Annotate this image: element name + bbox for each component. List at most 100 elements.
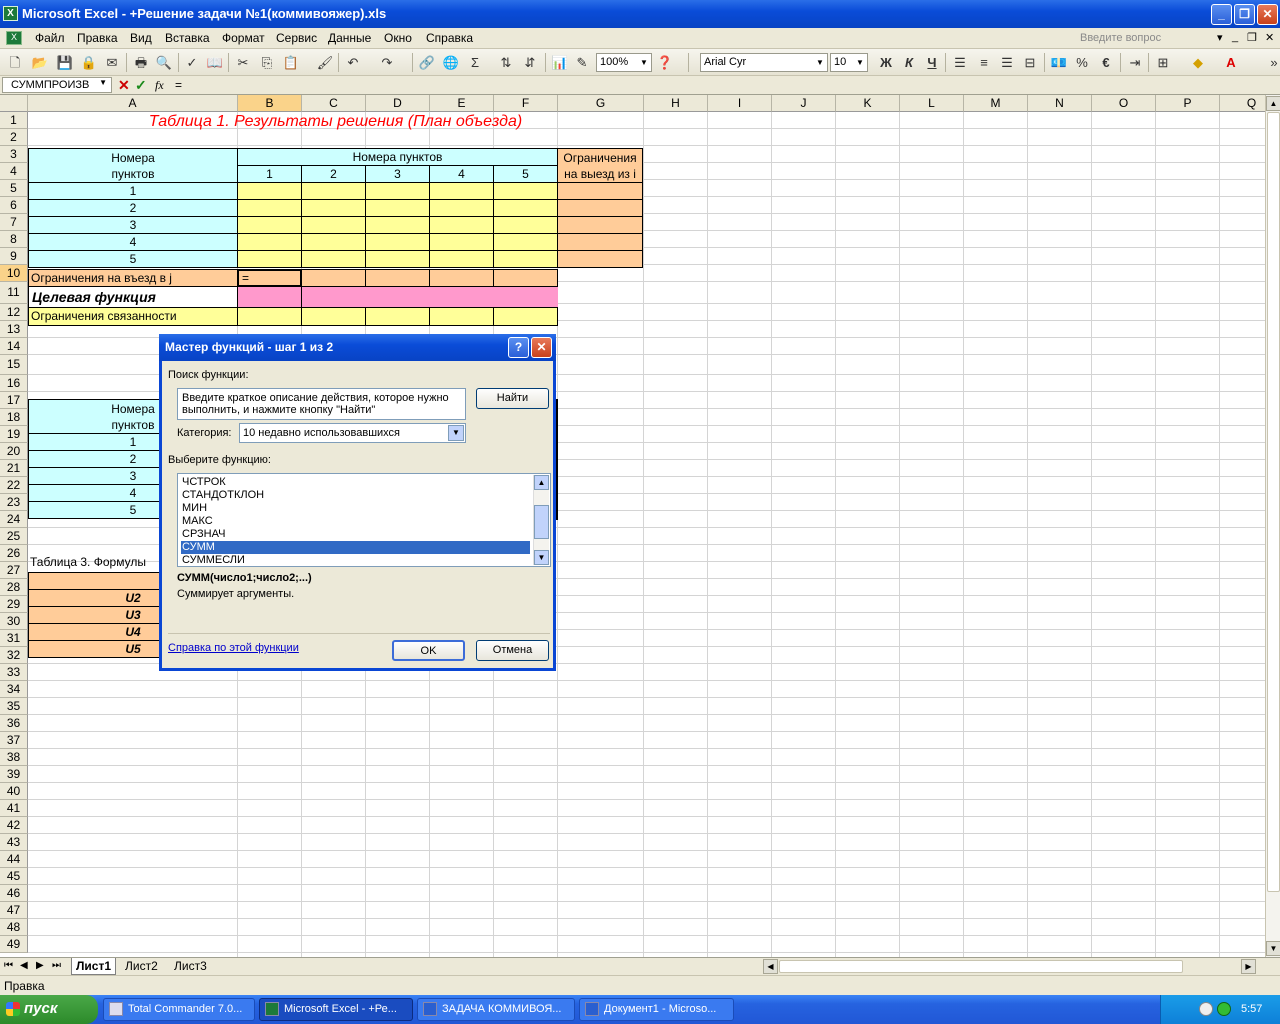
- function-item[interactable]: ЧСТРОК: [181, 476, 530, 489]
- task-excel[interactable]: Microsoft Excel - +Ре...: [259, 998, 413, 1021]
- plan-cell[interactable]: [365, 250, 430, 268]
- cell-e12[interactable]: [429, 307, 494, 326]
- row-header-44[interactable]: 44: [0, 851, 28, 868]
- row-header-15[interactable]: 15: [0, 355, 28, 375]
- tab-list1[interactable]: Лист1: [71, 958, 117, 975]
- row-header-20[interactable]: 20: [0, 443, 28, 460]
- row-header-16[interactable]: 16: [0, 375, 28, 392]
- row-header-46[interactable]: 46: [0, 885, 28, 902]
- row-header-23[interactable]: 23: [0, 494, 28, 511]
- row-header-47[interactable]: 47: [0, 902, 28, 919]
- cancel-icon[interactable]: ✕: [118, 77, 130, 94]
- drawing-icon[interactable]: ✎: [573, 54, 591, 71]
- plan-cell[interactable]: [493, 182, 558, 200]
- restore-button[interactable]: ❐: [1234, 4, 1255, 25]
- row-header-7[interactable]: 7: [0, 214, 28, 231]
- function-list[interactable]: ЧСТРОК СТАНДОТКЛОН МИН МАКС СРЗНАЧ СУММ СУММЕС…: [177, 473, 551, 567]
- plan-cell[interactable]: [237, 216, 302, 234]
- cell-e10[interactable]: [429, 269, 494, 287]
- task-total-commander[interactable]: Total Commander 7.0...: [103, 998, 255, 1021]
- row-header-22[interactable]: 22: [0, 477, 28, 494]
- menu-help[interactable]: Справка: [426, 31, 473, 45]
- menu-window[interactable]: Окно: [384, 31, 412, 45]
- column-header-f[interactable]: F: [494, 95, 558, 112]
- zoom-combo[interactable]: 100% ▼: [596, 53, 652, 72]
- formula-input[interactable]: =: [175, 78, 182, 92]
- menu-view[interactable]: Вид: [130, 31, 152, 45]
- plan-cell[interactable]: [429, 199, 494, 217]
- close-button[interactable]: ✕: [1257, 4, 1278, 25]
- exit-limit-cell[interactable]: [557, 250, 643, 268]
- start-button[interactable]: пуск: [0, 995, 98, 1024]
- column-header-c[interactable]: C: [302, 95, 366, 112]
- plan-cell[interactable]: [301, 199, 366, 217]
- col-number-1[interactable]: 1: [237, 165, 302, 183]
- ok-button[interactable]: OK: [392, 640, 465, 661]
- cell-d12[interactable]: [365, 307, 430, 326]
- select-all-corner[interactable]: [0, 95, 28, 112]
- redo-icon[interactable]: ↷: [378, 54, 396, 71]
- list-scrollbar[interactable]: ▲ ▼: [533, 475, 549, 565]
- plan-cell[interactable]: [301, 233, 366, 251]
- col-number-5[interactable]: 5: [493, 165, 558, 183]
- row-number-1[interactable]: 1: [28, 182, 238, 200]
- row-header-30[interactable]: 30: [0, 613, 28, 630]
- plan-cell[interactable]: [493, 233, 558, 251]
- indent-icon[interactable]: ⇥: [1126, 54, 1144, 71]
- undo-icon[interactable]: ↶: [344, 54, 362, 71]
- row10-label[interactable]: Ограничения на въезд в j: [28, 269, 238, 287]
- function-item[interactable]: СУММ: [181, 541, 530, 554]
- next-sheet-icon[interactable]: ▶: [36, 960, 44, 971]
- plan-cell[interactable]: [237, 182, 302, 200]
- col-number-2[interactable]: 2: [301, 165, 366, 183]
- column-header-p[interactable]: P: [1156, 95, 1220, 112]
- insert-function-icon[interactable]: fx: [155, 78, 164, 93]
- function-item[interactable]: МАКС: [181, 515, 530, 528]
- list-scroll-down-icon[interactable]: ▼: [534, 550, 549, 565]
- row-header-45[interactable]: 45: [0, 868, 28, 885]
- cell-f12[interactable]: [493, 307, 558, 326]
- list-scroll-thumb[interactable]: [534, 505, 549, 539]
- dialog-close-icon[interactable]: ✕: [531, 337, 552, 358]
- row-header-28[interactable]: 28: [0, 579, 28, 596]
- menu-edit[interactable]: Правка: [77, 31, 118, 45]
- chart-wizard-icon[interactable]: 📊: [551, 54, 569, 71]
- row-header-5[interactable]: 5: [0, 180, 28, 197]
- task-document1[interactable]: Документ1 - Microso...: [579, 998, 734, 1021]
- print-icon[interactable]: 🖶: [132, 54, 150, 71]
- column-header-g[interactable]: G: [558, 95, 644, 112]
- category-select[interactable]: 10 недавно использовавшихся ▼: [239, 423, 466, 443]
- paste-icon[interactable]: 📋: [282, 54, 300, 71]
- function-item[interactable]: СУММЕСЛИ: [181, 554, 530, 567]
- header-points[interactable]: Номера пунктов: [237, 148, 558, 166]
- row-header-9[interactable]: 9: [0, 248, 28, 265]
- row-header-48[interactable]: 48: [0, 919, 28, 936]
- find-button[interactable]: Найти: [476, 388, 549, 409]
- chevron-down-icon[interactable]: ▼: [854, 55, 866, 70]
- column-header-b[interactable]: B: [238, 95, 302, 112]
- plan-cell[interactable]: [365, 199, 430, 217]
- row-header-42[interactable]: 42: [0, 817, 28, 834]
- exit-limit-cell[interactable]: [557, 216, 643, 234]
- row11-label[interactable]: Целевая функция: [28, 286, 238, 308]
- open-icon[interactable]: 📂: [31, 54, 49, 71]
- row-header-27[interactable]: 27: [0, 562, 28, 579]
- search-input[interactable]: Введите краткое описание действия, котор…: [177, 388, 466, 420]
- plan-cell[interactable]: [493, 250, 558, 268]
- col-number-4[interactable]: 4: [429, 165, 494, 183]
- scroll-down-icon[interactable]: ▼: [1266, 941, 1280, 956]
- row12-label[interactable]: Ограничения связанности: [28, 307, 238, 326]
- column-header-e[interactable]: E: [430, 95, 494, 112]
- column-header-l[interactable]: L: [900, 95, 964, 112]
- row-header-24[interactable]: 24: [0, 511, 28, 528]
- cell-d10[interactable]: [365, 269, 430, 287]
- column-header-o[interactable]: O: [1092, 95, 1156, 112]
- table3-title[interactable]: Таблица 3. Формулы: [30, 555, 146, 569]
- tray-app-icon[interactable]: [1199, 1002, 1213, 1016]
- header-exit-limits[interactable]: Ограничения на выезд из i: [557, 148, 643, 183]
- column-header-a[interactable]: A: [28, 95, 238, 112]
- row-header-11[interactable]: 11: [0, 282, 28, 304]
- plan-cell[interactable]: [429, 182, 494, 200]
- menu-tools[interactable]: Сервис: [276, 31, 317, 45]
- horizontal-thumb[interactable]: [779, 960, 1183, 973]
